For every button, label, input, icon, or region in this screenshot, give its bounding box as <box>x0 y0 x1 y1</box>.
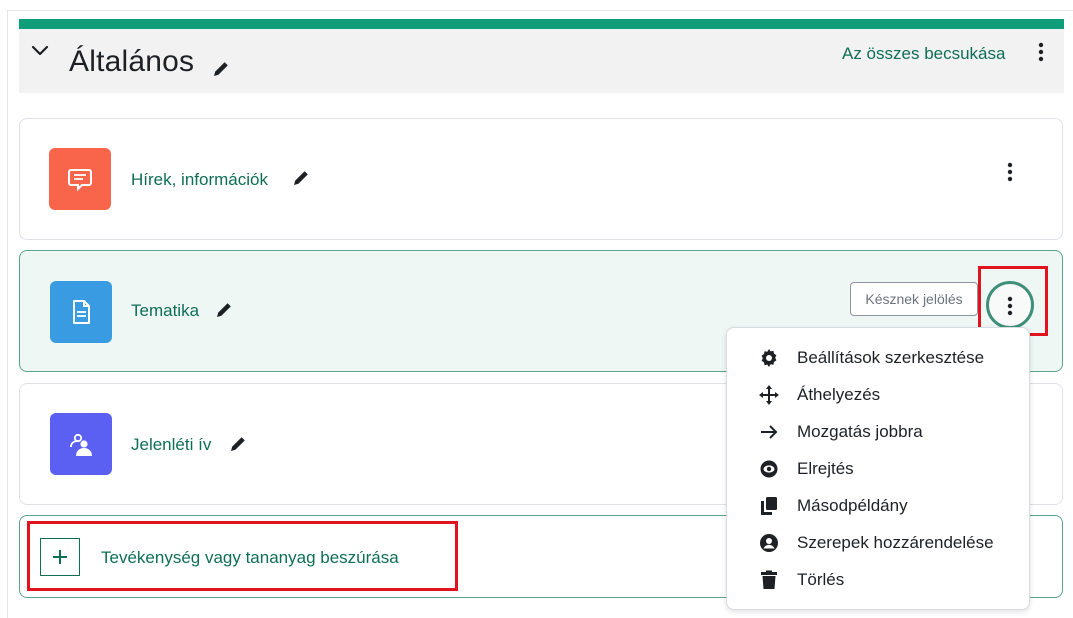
kebab-menu-icon[interactable] <box>1004 160 1016 184</box>
page-border-left <box>7 10 8 618</box>
menu-item-label: Áthelyezés <box>797 385 881 404</box>
user-circle-icon <box>760 534 778 552</box>
page-icon <box>50 281 112 343</box>
mark-done-button[interactable]: Késznek jelölés <box>850 282 978 316</box>
menu-item-label: Törlés <box>797 570 845 589</box>
menu-item-duplicate[interactable]: Másodpéldány <box>727 488 1029 524</box>
pencil-icon[interactable] <box>214 300 234 320</box>
highlight-box <box>978 266 1048 336</box>
kebab-menu-icon[interactable] <box>1035 40 1047 64</box>
attendance-icon <box>50 413 112 475</box>
menu-item-delete[interactable]: Törlés <box>727 562 1029 598</box>
move-arrows-icon <box>759 385 779 405</box>
chevron-down-icon[interactable] <box>29 40 51 62</box>
menu-item-label: Elrejtés <box>797 459 854 478</box>
trash-icon <box>761 570 777 589</box>
collapse-all-link[interactable]: Az összes becsukása <box>842 44 1005 64</box>
pencil-icon[interactable] <box>228 434 248 454</box>
activity-action-menu: Beállítások szerkesztése Áthelyezés Mozg… <box>726 327 1030 610</box>
menu-item-edit-settings[interactable]: Beállítások szerkesztése <box>727 340 1029 376</box>
section-accent-bar <box>19 19 1064 29</box>
pencil-icon[interactable] <box>211 59 231 79</box>
section-title: Általános <box>69 45 195 78</box>
highlight-box <box>27 521 458 591</box>
menu-item-move[interactable]: Áthelyezés <box>727 377 1029 413</box>
activity-name-link[interactable]: Tematika <box>131 301 199 321</box>
activity-name-link[interactable]: Hírek, információk <box>131 170 268 190</box>
gear-icon <box>761 349 777 367</box>
pencil-icon[interactable] <box>291 168 311 188</box>
copy-icon <box>761 497 777 515</box>
menu-item-label: Szerepek hozzárendelése <box>797 533 994 552</box>
page-border-top <box>7 10 1073 11</box>
menu-item-move-right[interactable]: Mozgatás jobbra <box>727 414 1029 450</box>
eye-icon <box>760 460 778 478</box>
menu-item-label: Beállítások szerkesztése <box>797 348 985 367</box>
menu-item-hide[interactable]: Elrejtés <box>727 451 1029 487</box>
menu-item-assign-roles[interactable]: Szerepek hozzárendelése <box>727 525 1029 561</box>
menu-item-label: Másodpéldány <box>797 496 908 515</box>
forum-icon <box>49 148 111 210</box>
arrow-right-icon <box>761 425 778 439</box>
activity-name-link[interactable]: Jelenléti ív <box>131 435 211 455</box>
menu-item-label: Mozgatás jobbra <box>797 422 923 441</box>
